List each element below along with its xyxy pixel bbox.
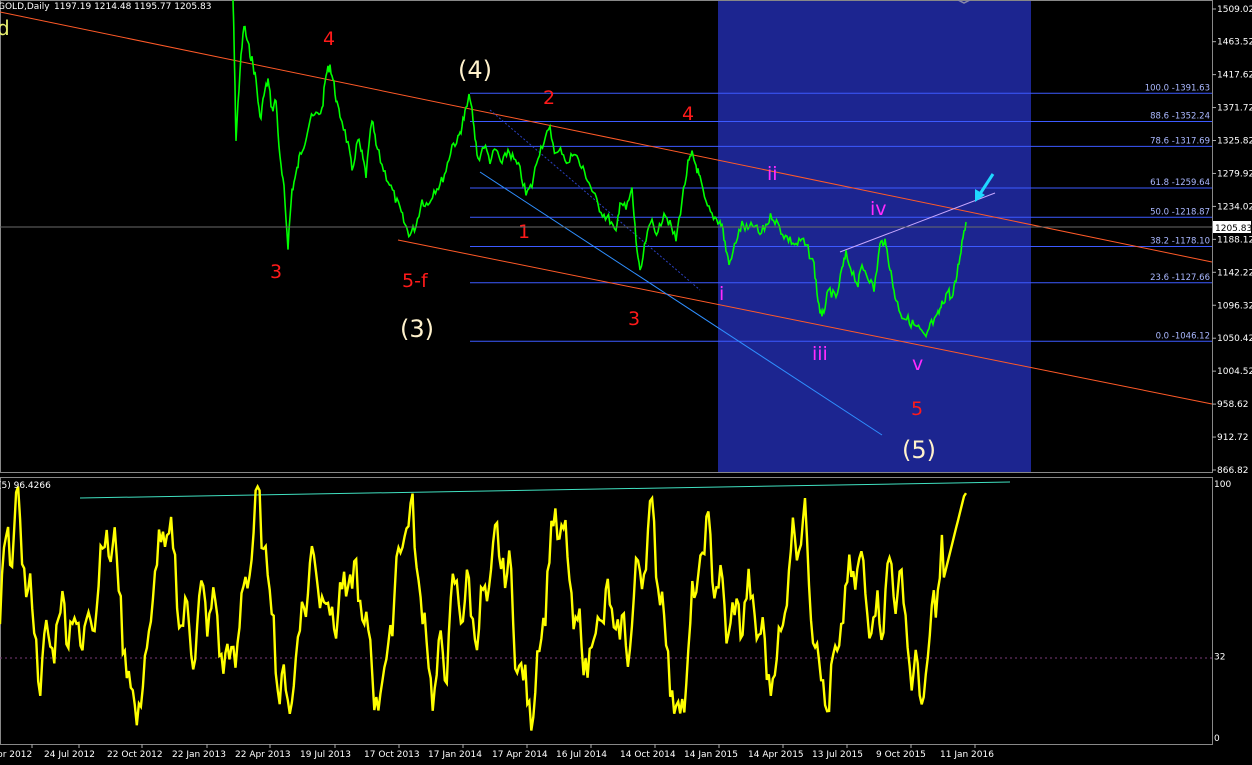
y-tick-label: 1325.82 — [1217, 137, 1252, 147]
x-tick-label: 9 Oct 2015 — [876, 750, 926, 760]
y-tick-label: 1188.12 — [1217, 235, 1252, 245]
wave-label: 4 — [682, 103, 694, 125]
y-tick-label: 1279.92 — [1217, 169, 1252, 179]
highlight-zone — [718, 0, 1031, 473]
price-chart-svg: 100.0 -1391.63 88.6 -1352.24 78.6 -1317.69… — [0, 0, 1252, 761]
y-tick-label: 866.82 — [1217, 466, 1249, 476]
wave-label: 2 — [543, 87, 555, 109]
fib-label: 23.6 -1127.66 — [1150, 273, 1210, 283]
y-tick-label: 1371.72 — [1217, 104, 1252, 114]
ohlc-label: 1197.19 1214.48 1195.77 1205.83 — [54, 2, 211, 12]
fib-label: 38.2 -1178.10 — [1150, 237, 1210, 247]
wave-label: 3 — [628, 308, 640, 330]
x-tick-label: 14 Jan 2015 — [684, 750, 738, 760]
x-tick-label: 14 Oct 2014 — [620, 750, 676, 760]
fib-label: 61.8 -1259.64 — [1150, 178, 1210, 188]
y-tick-label: 1234.02 — [1217, 202, 1252, 212]
symbol-label: GOLD,Daily — [0, 2, 50, 12]
x-tick-label: 22 Apr 2013 — [235, 750, 291, 760]
wave-label: (5) — [902, 436, 936, 464]
fib-label: 88.6 -1352.24 — [1150, 112, 1210, 122]
wave-label: ii — [767, 163, 778, 185]
x-tick-label: 17 Jan 2014 — [428, 750, 482, 760]
wave-label: iii — [812, 343, 828, 365]
osc-tick-label: 32 — [1214, 653, 1225, 663]
y-tick-label: 1096.32 — [1217, 301, 1252, 311]
fib-label: 100.0 -1391.63 — [1145, 83, 1210, 93]
y-tick-label: 1050.42 — [1217, 334, 1252, 344]
y-tick-label: 958.62 — [1217, 400, 1249, 410]
x-tick-label: 19 Jul 2013 — [300, 750, 351, 760]
x-tick-label: 17 Oct 2013 — [364, 750, 420, 760]
osc-tick-label: 100 — [1214, 480, 1231, 490]
chart-root: 100.0 -1391.63 88.6 -1352.24 78.6 -1317.69… — [0, 0, 1252, 761]
fib-label: 50.0 -1218.87 — [1150, 207, 1210, 217]
wave-label: i — [719, 283, 724, 305]
x-tick-label: 13 Jul 2015 — [812, 750, 863, 760]
y-tick-label: 1463.52 — [1217, 38, 1252, 48]
wave-label: iv — [870, 198, 887, 220]
current-price-label: 1205.83 — [1215, 224, 1252, 234]
y-tick-label: 1417.62 — [1217, 71, 1252, 81]
y-tick-label: 912.72 — [1217, 433, 1249, 443]
wave-label: 3 — [270, 261, 282, 283]
y-tick-label: 1509.02 — [1217, 5, 1252, 15]
wave-label: 4 — [323, 28, 335, 50]
x-tick-label: 17 Apr 2014 — [492, 750, 548, 760]
x-tick-label: 22 Oct 2012 — [107, 750, 163, 760]
wave-label: (3) — [400, 315, 434, 343]
y-tick-label: 1004.52 — [1217, 367, 1252, 377]
wave-label: 5 — [911, 398, 923, 420]
wave-label: v — [912, 353, 923, 375]
fib-label: 78.6 -1317.69 — [1150, 136, 1210, 146]
wave-label: 1 — [518, 221, 530, 243]
osc-tick-label: 0 — [1214, 734, 1220, 744]
wave-label: (4) — [458, 56, 492, 84]
x-tick-label: 16 Jul 2014 — [556, 750, 607, 760]
x-tick-label: 14 Apr 2015 — [748, 750, 804, 760]
x-tick-label: pr 2012 — [0, 750, 32, 760]
fib-label: 0.0 -1046.12 — [1156, 331, 1210, 341]
x-tick-label: 24 Jul 2012 — [44, 750, 95, 760]
indicator-header: (5) 96.4266 — [0, 481, 51, 491]
wave-label: 5-f — [402, 270, 429, 292]
x-tick-label: 11 Jan 2016 — [940, 750, 994, 760]
x-tick-label: 22 Jan 2013 — [172, 750, 226, 760]
partial-glyph: d — [0, 16, 10, 40]
y-tick-label: 1142.22 — [1217, 268, 1252, 278]
